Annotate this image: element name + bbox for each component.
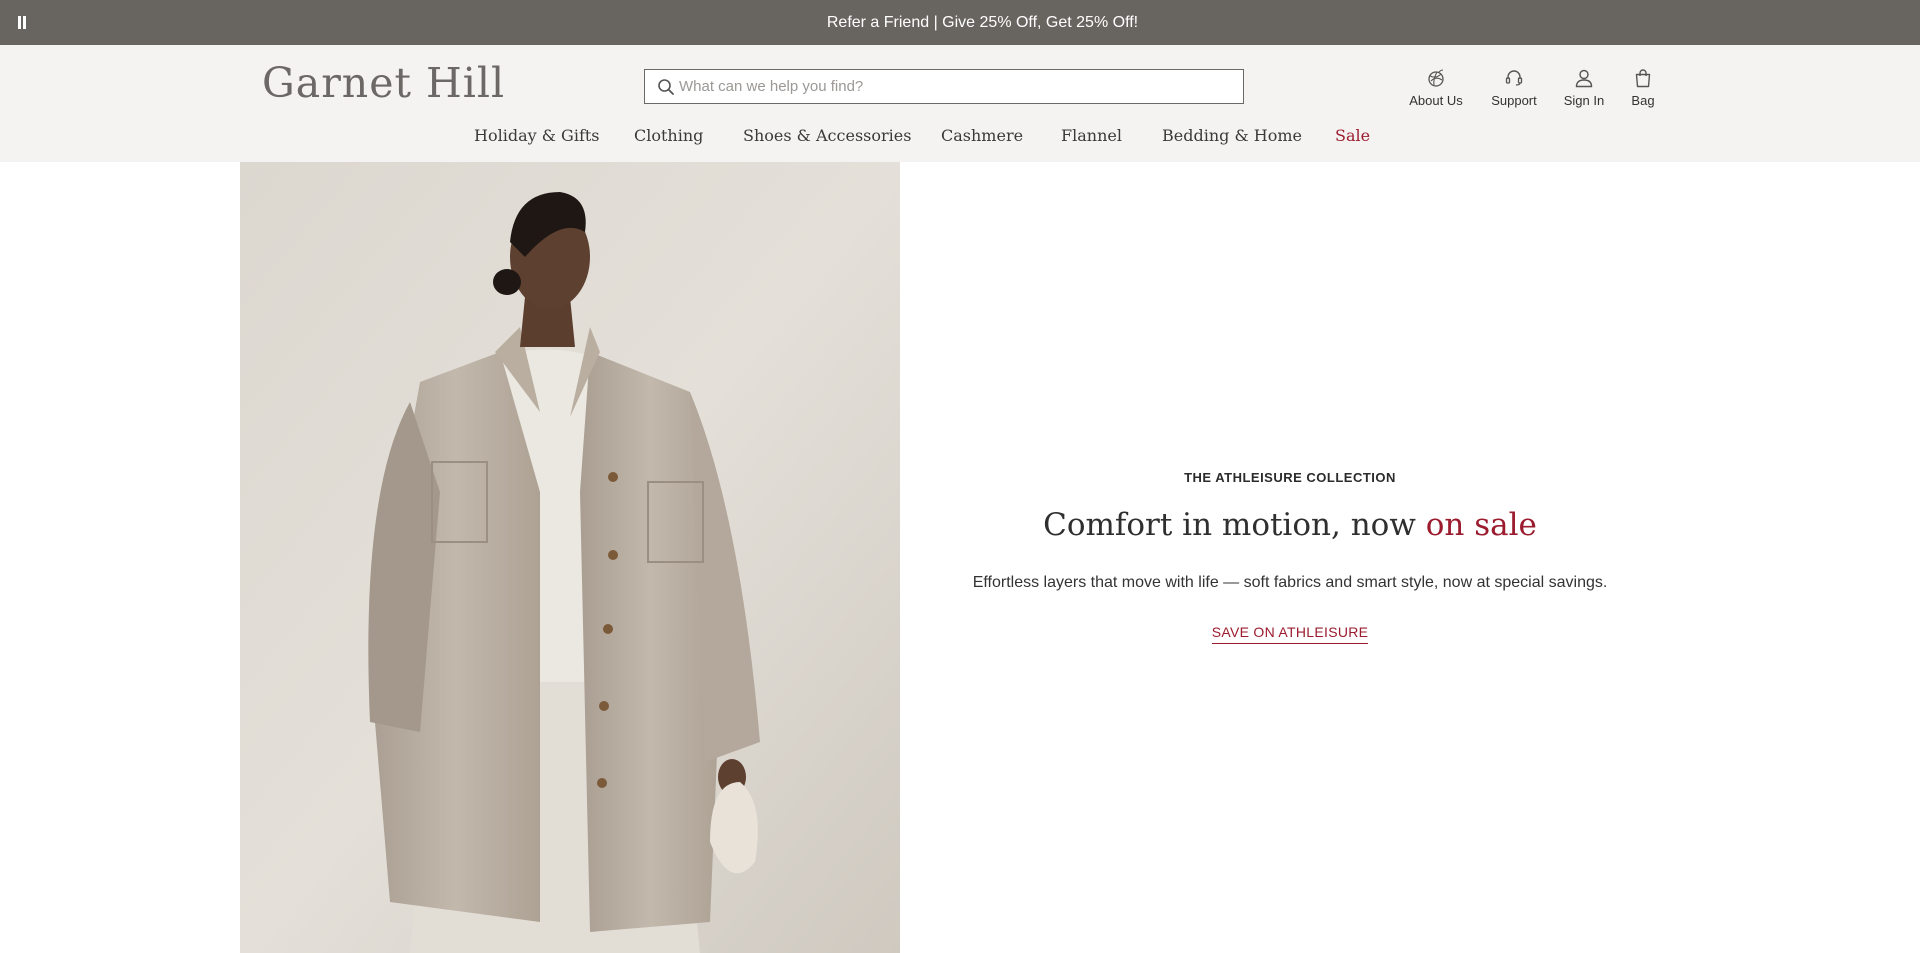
hero-image[interactable] <box>240 162 900 953</box>
nav-flannel[interactable]: Flannel <box>1061 126 1122 145</box>
bag-icon <box>1635 69 1651 88</box>
headset-icon <box>1505 70 1523 86</box>
promo-bar: Refer a Friend | Give 25% Off, Get 25% O… <box>0 0 1920 45</box>
bag-label: Bag <box>1631 93 1655 108</box>
nav-cashmere[interactable]: Cashmere <box>941 126 1023 145</box>
search-input[interactable] <box>679 70 1239 103</box>
hero-subcopy: Effortless layers that move with life — … <box>972 574 1608 591</box>
hero-cta-wrap: SAVE ON ATHLEISURE <box>900 624 1680 644</box>
save-on-athleisure-link[interactable]: SAVE ON ATHLEISURE <box>1211 624 1369 644</box>
hero-photo <box>240 162 900 953</box>
search-icon[interactable] <box>657 78 675 96</box>
support-label: Support <box>1491 93 1537 108</box>
promo-link[interactable]: Refer a Friend | Give 25% Off, Get 25% O… <box>0 0 1920 45</box>
nav-shoes-accessories[interactable]: Shoes & Accessories <box>743 126 911 145</box>
yarn-ball-icon <box>1428 69 1444 87</box>
site-logo[interactable]: Garnet Hill <box>262 59 505 107</box>
hero-headline: Comfort in motion, now on sale <box>900 507 1680 543</box>
site-header: Garnet Hill About Us Support <box>0 45 1920 162</box>
headline-main: Comfort in motion, now <box>1043 507 1426 543</box>
hero-eyebrow: THE ATHLEISURE COLLECTION <box>1184 470 1396 485</box>
support-link[interactable]: Support <box>1488 67 1540 113</box>
headline-accent: on sale <box>1425 507 1537 543</box>
hero-copy: THE ATHLEISURE COLLECTION Comfort in mot… <box>900 162 1680 953</box>
sign-in-label: Sign In <box>1563 93 1605 108</box>
about-us-label: About Us <box>1409 93 1463 108</box>
about-us-link[interactable]: About Us <box>1408 67 1464 113</box>
main-nav: Holiday & Gifts Clothing Shoes & Accesso… <box>0 126 1920 156</box>
sign-in-link[interactable]: Sign In <box>1562 67 1606 113</box>
nav-sale[interactable]: Sale <box>1335 126 1370 145</box>
nav-holiday-gifts[interactable]: Holiday & Gifts <box>474 126 600 145</box>
search-bar <box>644 69 1244 104</box>
nav-clothing[interactable]: Clothing <box>634 126 703 145</box>
user-icon <box>1575 69 1593 88</box>
nav-bedding-home[interactable]: Bedding & Home <box>1162 126 1302 145</box>
bag-link[interactable]: Bag <box>1626 67 1660 113</box>
